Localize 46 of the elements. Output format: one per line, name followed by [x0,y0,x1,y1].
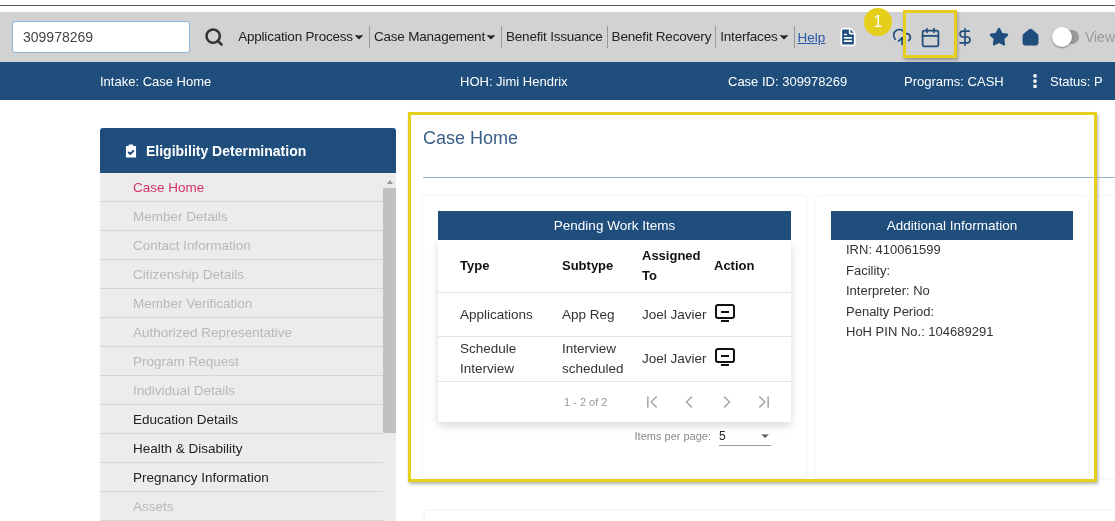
help-link[interactable]: Help [794,29,829,45]
search-icon[interactable] [204,27,224,47]
info-line: Interpreter: No [845,282,931,300]
case-info: Programs: CASH [904,73,1005,89]
menu-item[interactable]: Benefit Recovery [607,26,717,48]
menu-dropdown[interactable]: Application Process [234,26,370,48]
case-info: HOH: Jimi Hendrix [460,73,569,89]
column-header: Action [714,257,756,275]
star-icon[interactable] [989,27,1010,47]
table-cell-text: Applications [460,305,534,324]
table-cell-text: App Reg [562,305,616,324]
card-header: Additional Information [831,211,1073,240]
case-info: Status: P [1050,73,1104,89]
column-header: Assigned To [642,247,702,285]
card-header: Pending Work Items [438,211,791,240]
info-line: Facility: [845,261,892,280]
menu-item[interactable]: Benefit Issuance [502,26,608,48]
view-toggle[interactable] [1054,30,1079,44]
page-range: 1 - 2 of 2 [564,396,609,408]
items-per-page-label: Items per page: [634,430,711,442]
home-icon[interactable] [1021,27,1041,47]
monitor-icon[interactable] [714,303,736,322]
upload-icon[interactable] [892,27,913,47]
menu-dropdown[interactable]: Interfaces [716,26,795,48]
highlight-frame [903,10,957,58]
table-cell-text: Interview scheduled [562,340,625,378]
calendar-icon[interactable] [920,26,942,48]
sidebar-title: Eligibility Determination [146,142,307,159]
info-line: Penalty Period: [845,302,936,321]
toggle-label: View [1084,29,1115,45]
document-icon[interactable] [838,27,859,47]
case-info: Case ID: 309978269 [728,73,849,89]
items-per-page-select[interactable]: 5 [719,426,771,446]
monitor-icon[interactable] [714,348,736,366]
column-header: Subtype [562,257,615,275]
case-info: Intake: Case Home [100,73,213,89]
table-cell-text: Joel Javier [642,305,708,324]
menu-dropdown[interactable]: Case Management [369,26,502,48]
column-header: Type [460,257,491,275]
table-cell-text: Joel Javier [642,350,708,368]
table-cell-text: Schedule Interview [460,340,518,378]
search-field[interactable]: 309978269 [12,21,190,53]
info-line: HoH PIN No.: 104689291 [845,323,995,341]
info-line: IRN: 410061599 [845,241,942,259]
clipboard-check-icon [122,141,140,160]
page-title: Case Home [422,127,520,150]
